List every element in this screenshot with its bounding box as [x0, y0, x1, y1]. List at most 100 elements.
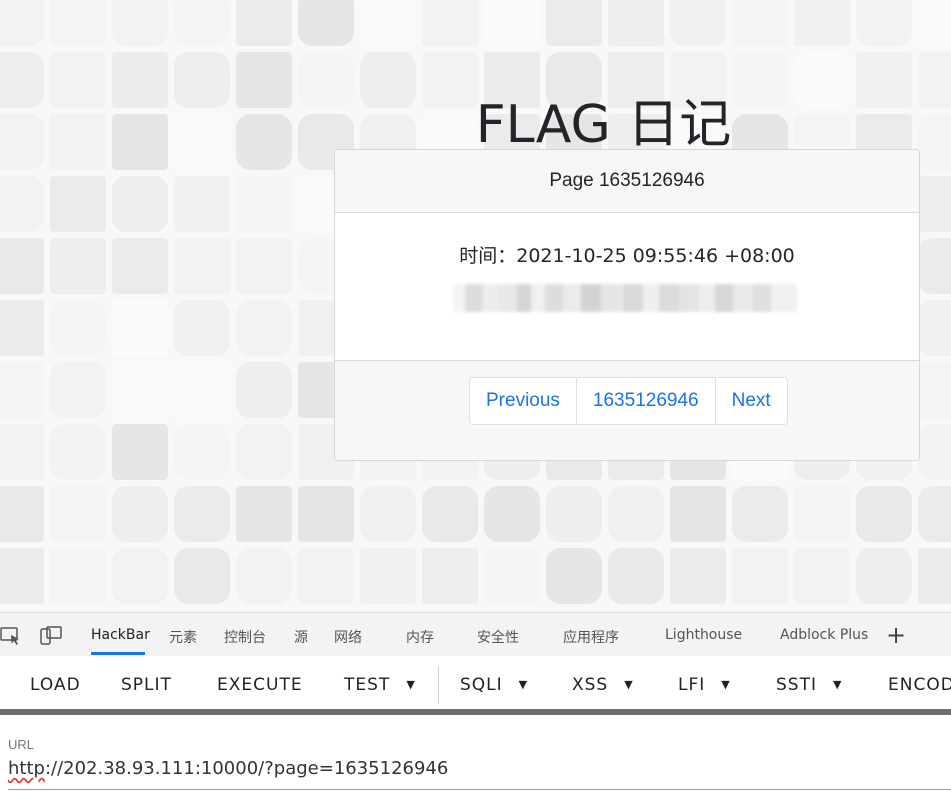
device-toolbar-icon[interactable] — [40, 626, 62, 650]
active-tab-indicator — [91, 652, 145, 655]
current-page-link[interactable]: 1635126946 — [577, 378, 716, 424]
split-button[interactable]: SPLIT — [121, 675, 172, 695]
background-tile — [546, 0, 602, 46]
diary-card: Page 1635126946 时间：2021-10-25 09:55:46 +… — [334, 149, 920, 461]
xss-dropdown-label: XSS — [572, 675, 609, 695]
background-tile — [50, 0, 106, 46]
tab-console[interactable]: 控制台 — [224, 627, 266, 647]
background-tile — [174, 176, 230, 232]
background-tile — [236, 300, 292, 356]
background-tile — [856, 0, 912, 46]
background-tile — [50, 176, 106, 232]
url-label: URL — [8, 737, 35, 752]
add-tab-icon[interactable]: + — [886, 621, 906, 649]
background-tile — [112, 176, 168, 232]
background-tile — [0, 300, 44, 356]
caret-down-icon: ▼ — [721, 678, 731, 691]
background-tile — [50, 300, 106, 356]
background-tile — [484, 0, 540, 46]
background-tile — [670, 486, 726, 542]
tab-sources[interactable]: 源 — [294, 627, 308, 647]
devtools-tab-bar: HackBar 元素 控制台 源 网络 内存 安全性 应用程序 Lighthou… — [0, 612, 951, 656]
url-input-underline — [8, 789, 951, 790]
xss-dropdown[interactable]: XSS ▼ — [572, 675, 634, 695]
background-tile — [732, 486, 788, 542]
time-text: 时间：2021-10-25 09:55:46 +08:00 — [459, 245, 795, 267]
hackbar-toolbar: LOAD SPLIT EXECUTE TEST ▼ SQLI ▼ XSS ▼ LFI ▼… — [0, 656, 951, 709]
background-tile — [918, 548, 951, 604]
next-page-link[interactable]: Next — [716, 378, 787, 424]
url-rest: ://202.38.93.111:10000/?page=1635126946 — [44, 758, 449, 779]
background-tile — [112, 238, 168, 294]
background-tile — [422, 486, 478, 542]
background-tile — [112, 424, 168, 480]
sqli-dropdown-label: SQLI — [460, 675, 503, 695]
tab-application[interactable]: 应用程序 — [563, 627, 619, 647]
inspect-element-icon[interactable] — [0, 626, 22, 650]
previous-page-link[interactable]: Previous — [470, 378, 577, 424]
background-tile — [174, 300, 230, 356]
background-tile — [112, 300, 168, 356]
background-tile — [236, 176, 292, 232]
ssti-dropdown[interactable]: SSTI ▼ — [776, 675, 842, 695]
background-tile — [112, 362, 168, 418]
test-dropdown[interactable]: TEST ▼ — [344, 675, 416, 695]
background-tile — [732, 0, 788, 46]
background-tile — [360, 486, 416, 542]
tab-elements[interactable]: 元素 — [169, 627, 197, 647]
encoding-dropdown[interactable]: ENCODING — [888, 675, 951, 695]
background-tile — [856, 548, 912, 604]
tab-security[interactable]: 安全性 — [477, 627, 519, 647]
url-section: URL http://202.38.93.111:10000/?page=163… — [0, 715, 951, 805]
background-tile — [608, 486, 664, 542]
background-tile — [236, 238, 292, 294]
caret-down-icon: ▼ — [624, 678, 634, 691]
background-tile — [0, 238, 44, 294]
tab-lighthouse[interactable]: Lighthouse — [665, 627, 742, 643]
background-tile — [360, 0, 416, 46]
tab-adblock-plus[interactable]: Adblock Plus — [780, 627, 868, 643]
load-button[interactable]: LOAD — [30, 675, 81, 695]
tab-memory[interactable]: 内存 — [406, 627, 434, 647]
pagination: Previous 1635126946 Next — [469, 377, 788, 425]
background-tile — [0, 486, 44, 542]
card-body: 时间：2021-10-25 09:55:46 +08:00 — [335, 213, 919, 363]
background-tile — [422, 0, 478, 46]
background-tile — [794, 548, 850, 604]
background-tile — [546, 486, 602, 542]
background-tile — [50, 362, 106, 418]
background-tile — [298, 548, 354, 604]
sqli-dropdown[interactable]: SQLI ▼ — [460, 675, 528, 695]
background-tile — [484, 486, 540, 542]
execute-button-label: EXECUTE — [217, 675, 303, 695]
blurred-content — [453, 284, 797, 312]
caret-down-icon: ▼ — [518, 678, 529, 691]
split-button-label: SPLIT — [121, 675, 172, 695]
tab-hackbar[interactable]: HackBar — [91, 627, 150, 643]
background-tile — [918, 0, 951, 46]
url-scheme: http — [8, 758, 45, 779]
tab-network[interactable]: 网络 — [334, 627, 362, 647]
load-button-label: LOAD — [30, 675, 81, 695]
lfi-dropdown-label: LFI — [678, 675, 706, 695]
background-tile — [236, 486, 292, 542]
background-tile — [298, 0, 354, 46]
background-tile — [360, 548, 416, 604]
background-tile — [794, 0, 850, 46]
background-tile — [484, 548, 540, 604]
background-tile — [174, 486, 230, 542]
encoding-dropdown-label: ENCODING — [888, 675, 951, 695]
url-input[interactable]: http://202.38.93.111:10000/?page=1635126… — [8, 758, 448, 779]
background-tile — [794, 486, 850, 542]
background-tile — [50, 486, 106, 542]
background-tile — [174, 0, 230, 46]
execute-button[interactable]: EXECUTE — [217, 675, 303, 695]
background-tile — [670, 0, 726, 46]
background-tile — [918, 176, 951, 232]
caret-down-icon: ▼ — [406, 678, 416, 691]
background-tile — [856, 486, 912, 542]
background-tile — [918, 362, 951, 418]
lfi-dropdown[interactable]: LFI ▼ — [678, 675, 731, 695]
background-tile — [0, 362, 44, 418]
caret-down-icon: ▼ — [832, 678, 843, 691]
